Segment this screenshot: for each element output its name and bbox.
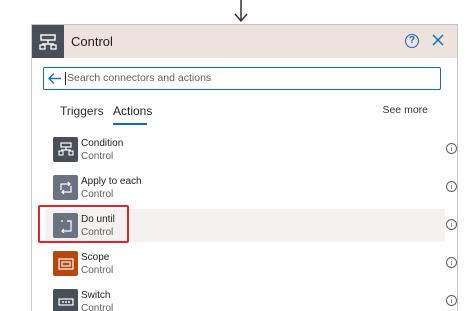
list-item-do-until[interactable]: Do until Control i bbox=[45, 209, 457, 242]
loop-icon bbox=[53, 175, 78, 200]
search-placeholder: Search connectors and actions bbox=[67, 72, 212, 84]
action-name: Do until bbox=[81, 214, 115, 225]
control-icon bbox=[32, 25, 64, 58]
text-cursor bbox=[65, 72, 66, 85]
search-input[interactable]: Search connectors and actions bbox=[43, 67, 441, 90]
action-connector: Control bbox=[81, 189, 114, 200]
scope-icon bbox=[53, 251, 78, 276]
action-connector: Control bbox=[81, 265, 114, 276]
action-name: Switch bbox=[81, 290, 111, 301]
list-item-scope[interactable]: Scope Control i bbox=[45, 247, 457, 280]
list-item-condition[interactable]: Condition Control i bbox=[45, 133, 457, 166]
info-icon[interactable]: i bbox=[446, 219, 457, 230]
action-name: Condition bbox=[81, 138, 124, 149]
active-tab-indicator bbox=[113, 123, 147, 125]
close-icon[interactable] bbox=[431, 33, 445, 47]
flow-arrow-icon bbox=[234, 0, 248, 23]
condition-icon bbox=[53, 137, 78, 162]
tab-triggers[interactable]: Triggers bbox=[60, 104, 104, 118]
see-more-link[interactable]: See more bbox=[382, 104, 428, 116]
help-icon[interactable]: ? bbox=[405, 34, 419, 48]
do-until-icon bbox=[53, 213, 78, 238]
list-item-switch[interactable]: Switch Control i bbox=[45, 285, 457, 311]
action-name: Scope bbox=[81, 252, 110, 263]
action-connector: Control bbox=[81, 303, 114, 311]
tab-actions[interactable]: Actions bbox=[113, 104, 152, 118]
action-name: Apply to each bbox=[81, 176, 142, 187]
info-icon[interactable]: i bbox=[446, 143, 457, 154]
card-header: Control ? bbox=[32, 25, 457, 58]
back-arrow-icon[interactable] bbox=[48, 72, 62, 85]
list-item-apply-to-each[interactable]: Apply to each Control i bbox=[45, 171, 457, 204]
info-icon[interactable]: i bbox=[446, 181, 457, 192]
card-title: Control bbox=[71, 34, 113, 49]
action-connector: Control bbox=[81, 227, 114, 238]
info-icon[interactable]: i bbox=[446, 257, 457, 268]
action-connector: Control bbox=[81, 151, 114, 162]
info-icon[interactable]: i bbox=[446, 295, 457, 306]
control-action-card: Control ? Search connectors and actions … bbox=[31, 24, 458, 311]
switch-icon bbox=[53, 289, 78, 311]
